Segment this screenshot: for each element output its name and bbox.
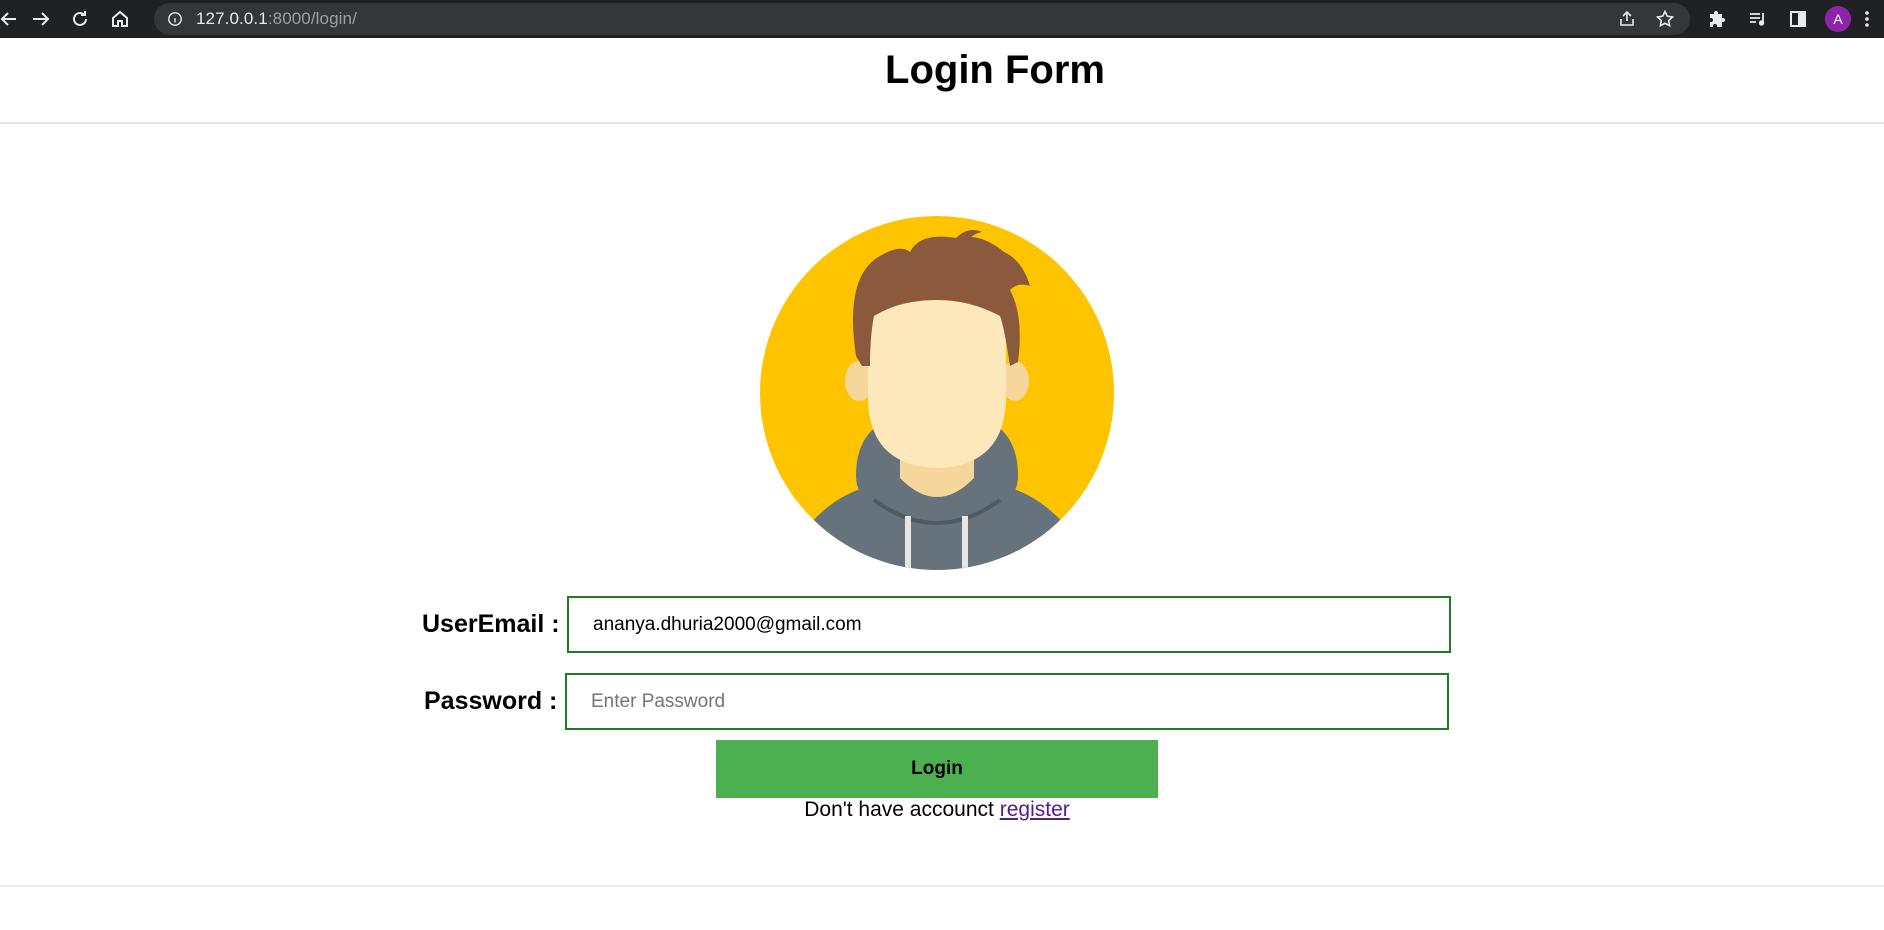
arrow-right-icon [33,12,50,26]
register-prompt: Don't have accounct register [0,798,1874,822]
page-header: Login Form [0,38,1884,124]
password-field[interactable] [565,673,1449,730]
password-row: Password : [424,673,1449,730]
email-field[interactable] [567,596,1451,653]
puzzle-icon[interactable] [1698,0,1738,38]
browser-toolbar: 127.0.0.1:8000/login/ A [0,0,1884,38]
address-bar[interactable]: 127.0.0.1:8000/login/ [154,3,1690,35]
footer-divider [0,885,1884,887]
star-icon[interactable] [1648,3,1682,35]
password-label: Password : [424,687,558,715]
kebab-menu-icon[interactable] [1858,0,1876,38]
user-avatar-illustration [760,216,1114,570]
url-text[interactable]: 127.0.0.1:8000/login/ [196,9,357,29]
info-icon[interactable] [166,10,184,28]
register-link[interactable]: register [1000,798,1070,821]
url-host: 127.0.0.1 [196,9,268,28]
arrow-left-icon [0,12,16,26]
home-icon [112,10,128,27]
reload-button[interactable] [60,0,100,38]
page-title: Login Form [885,47,1105,92]
back-button[interactable] [0,0,20,38]
url-path: :8000/login/ [267,9,357,28]
share-icon[interactable] [1610,3,1644,35]
home-button[interactable] [100,0,140,38]
profile-avatar[interactable]: A [1825,6,1851,32]
playlist-icon[interactable] [1738,0,1778,38]
side-panel-icon[interactable] [1778,0,1818,38]
email-row: UserEmail : [422,596,1451,653]
reload-icon [73,11,87,26]
login-button[interactable]: Login [716,740,1158,798]
register-prompt-text: Don't have accounct [804,798,994,821]
email-label: UserEmail : [422,610,560,638]
forward-button[interactable] [20,0,60,38]
